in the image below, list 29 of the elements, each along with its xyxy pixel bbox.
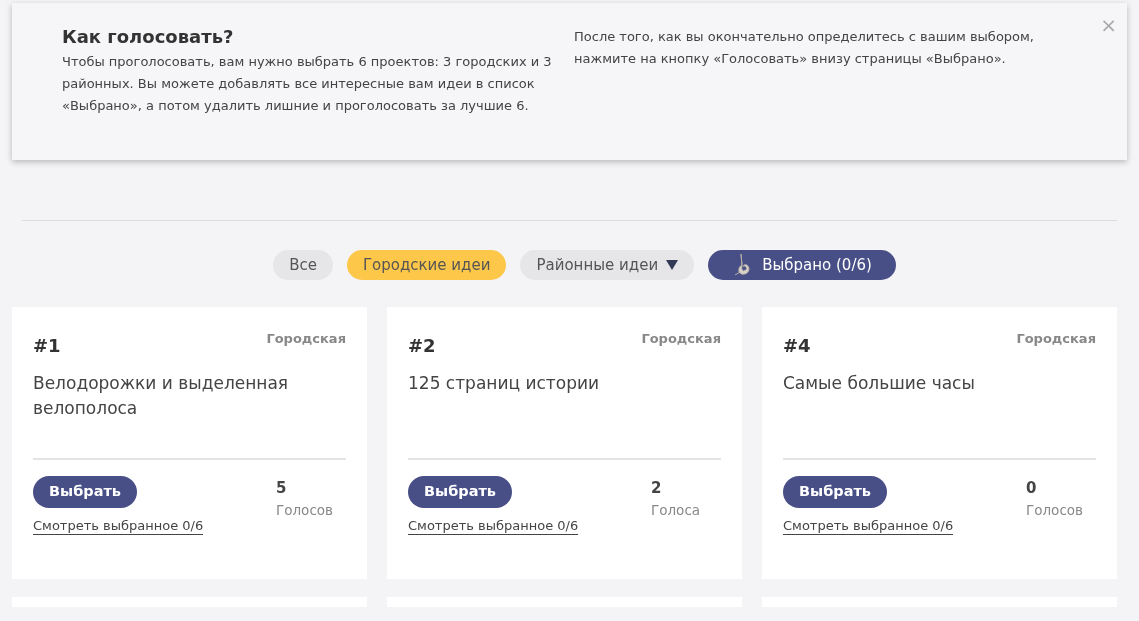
idea-category: Городская bbox=[1016, 330, 1096, 348]
dropdown-caret-icon bbox=[666, 260, 679, 270]
idea-number: #1 bbox=[33, 334, 61, 358]
select-button[interactable]: Выбрать bbox=[783, 476, 888, 508]
banner-text: Чтобы проголосовать, вам нужно выбрать 6 проектов: 3 городских и 3 районных. Вы можете добавлять все интересные вам идеи в список «Выбрано», а потом удалить лишние и проголосовать за лучшие 6. bbox=[62, 53, 553, 115]
chosen-filter-button[interactable]: Выбрано (0/6) bbox=[708, 250, 896, 280]
idea-number: #4 bbox=[783, 334, 811, 358]
view-selected-link[interactable]: Смотреть выбранное 0/6 bbox=[408, 518, 579, 535]
idea-category: Городская bbox=[641, 330, 721, 348]
filter-tab[interactable]: Городские идеи bbox=[346, 250, 507, 280]
view-selected-link[interactable]: Смотреть выбранное 0/6 bbox=[783, 518, 954, 535]
select-button[interactable]: Выбрать bbox=[33, 476, 138, 508]
banner-text: После того, как вы окончательно определитесь с вашим выбором, нажмите на кнопку «Голосовать» внизу страницы «Выбрано». bbox=[574, 28, 1035, 68]
idea-title: Велодорожки и выделенная велополоса bbox=[33, 372, 290, 420]
view-selected-link[interactable]: Смотреть выбранное 0/6 bbox=[33, 518, 204, 535]
vote-count: 2 bbox=[651, 478, 663, 499]
idea-title: Самые большие часы bbox=[783, 372, 976, 395]
vote-count: 5 bbox=[276, 478, 288, 499]
banner-title: Как голосовать? bbox=[62, 25, 235, 49]
idea-title: 125 страниц истории bbox=[408, 372, 601, 395]
filter-dropdown[interactable]: Районные идеи bbox=[520, 250, 695, 280]
vote-label: Голоса bbox=[651, 500, 702, 520]
vote-label: Голосов bbox=[276, 500, 335, 520]
idea-category: Городская bbox=[266, 330, 346, 348]
select-button[interactable]: Выбрать bbox=[408, 476, 513, 508]
filter-tab[interactable]: Все bbox=[273, 250, 333, 280]
vote-count: 0 bbox=[1026, 478, 1038, 499]
vote-label: Голосов bbox=[1026, 500, 1085, 520]
idea-number: #2 bbox=[408, 334, 436, 358]
